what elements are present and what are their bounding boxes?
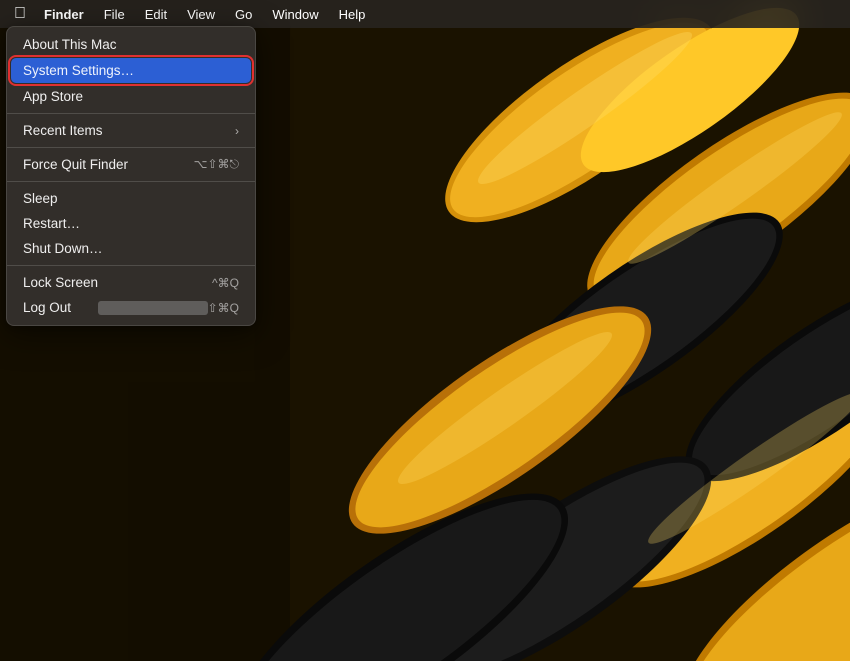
divider-3 (7, 181, 255, 182)
menu-item-lock-screen-shortcut: ^⌘Q (212, 276, 239, 290)
menubar-finder[interactable]: Finder (36, 5, 92, 24)
menubar-help[interactable]: Help (331, 5, 374, 24)
apple-menu-button[interactable]:  (8, 3, 32, 25)
menu-item-system-settings[interactable]: System Settings… (11, 58, 251, 83)
divider-2 (7, 147, 255, 148)
menu-item-logout-label: Log Out (23, 300, 94, 315)
menu-item-force-quit-shortcut: ⌥⇧⌘⎋ (194, 157, 239, 172)
menu-item-recent-items[interactable]: Recent Items › (7, 118, 255, 143)
divider-4 (7, 265, 255, 266)
menu-item-about[interactable]: About This Mac (7, 32, 255, 57)
menu-item-force-quit-label: Force Quit Finder (23, 157, 194, 172)
logout-redacted-name (98, 301, 208, 315)
menu-item-lock-screen-label: Lock Screen (23, 275, 212, 290)
menubar-window[interactable]: Window (264, 5, 326, 24)
menu-item-logout-shortcut: ⇧⌘Q (208, 301, 239, 315)
menu-item-shutdown-label: Shut Down… (23, 241, 239, 256)
recent-items-arrow-icon: › (235, 124, 239, 138)
menubar-go[interactable]: Go (227, 5, 260, 24)
menu-item-app-store-label: App Store (23, 89, 239, 104)
menu-item-force-quit[interactable]: Force Quit Finder ⌥⇧⌘⎋ (7, 152, 255, 177)
menu-item-restart-label: Restart… (23, 216, 239, 231)
menu-item-recent-items-label: Recent Items (23, 123, 235, 138)
menubar-view[interactable]: View (179, 5, 223, 24)
menu-item-shutdown[interactable]: Shut Down… (7, 236, 255, 261)
menu-item-sleep[interactable]: Sleep (7, 186, 255, 211)
menu-item-restart[interactable]: Restart… (7, 211, 255, 236)
divider-1 (7, 113, 255, 114)
menubar-file[interactable]: File (96, 5, 133, 24)
menubar:  Finder File Edit View Go Window Help (0, 0, 850, 28)
menu-item-system-settings-label: System Settings… (23, 63, 239, 78)
menu-item-about-label: About This Mac (23, 37, 239, 52)
menu-item-sleep-label: Sleep (23, 191, 239, 206)
apple-dropdown-menu: About This Mac System Settings… App Stor… (6, 26, 256, 326)
menubar-edit[interactable]: Edit (137, 5, 175, 24)
menu-item-lock-screen[interactable]: Lock Screen ^⌘Q (7, 270, 255, 295)
menu-item-app-store[interactable]: App Store (7, 84, 255, 109)
menu-item-logout[interactable]: Log Out ⇧⌘Q (7, 295, 255, 320)
